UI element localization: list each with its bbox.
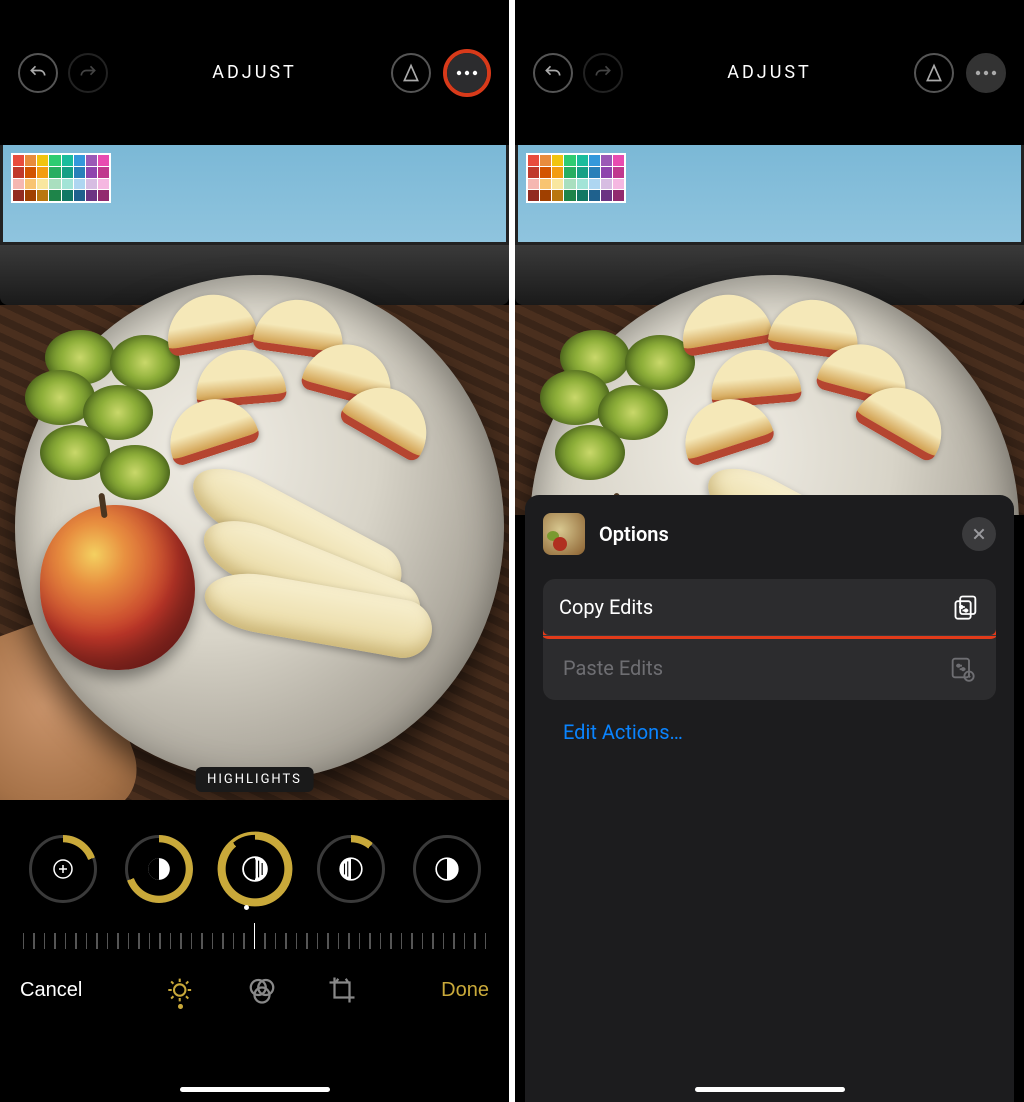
redo-button[interactable] (583, 53, 623, 93)
markup-icon (401, 63, 421, 83)
mode-crop[interactable] (326, 974, 358, 1006)
crop-mode-icon (327, 975, 357, 1005)
more-icon (456, 70, 478, 76)
more-button-highlight (443, 49, 491, 97)
adjust-mode-icon (166, 975, 193, 1005)
copy-edits-row[interactable]: Copy Edits (543, 579, 996, 639)
options-thumbnail (543, 513, 585, 555)
dial-shadows[interactable] (317, 835, 385, 903)
cancel-button[interactable]: Cancel (20, 979, 82, 1002)
markup-button[interactable] (914, 53, 954, 93)
paste-edits-row: Paste Edits (543, 635, 996, 700)
mode-adjust[interactable] (166, 974, 198, 1006)
home-indicator[interactable] (180, 1087, 330, 1092)
undo-icon (28, 63, 48, 83)
dial-brilliance[interactable] (125, 835, 193, 903)
more-icon (975, 70, 997, 76)
undo-button[interactable] (533, 53, 573, 93)
mode-filters[interactable] (246, 974, 278, 1006)
paste-edits-icon (948, 654, 976, 682)
dial-exposure[interactable] (29, 835, 97, 903)
redo-icon (593, 63, 613, 83)
active-adjustment-badge: HIGHLIGHTS (195, 767, 314, 792)
more-button[interactable] (447, 53, 487, 93)
markup-icon (924, 63, 944, 83)
adjustment-dials-row[interactable] (0, 800, 509, 911)
left-phone: ADJUST (0, 0, 509, 1102)
close-options-button[interactable] (962, 517, 996, 551)
right-phone: ADJUST (515, 0, 1024, 1102)
editor-topbar-right: ADJUST (515, 0, 1024, 145)
dial-contrast[interactable] (413, 835, 481, 903)
dial-highlights[interactable] (217, 832, 292, 907)
home-indicator[interactable] (695, 1087, 845, 1092)
editor-bottom-bar: Cancel Done (0, 949, 509, 1021)
photo-content (0, 145, 509, 800)
options-sheet-header: Options (543, 513, 996, 555)
redo-icon (78, 63, 98, 83)
photo-canvas-right[interactable] (515, 145, 1024, 515)
topbar-title: ADJUST (727, 62, 812, 83)
filters-mode-icon (247, 975, 277, 1005)
paste-edits-label: Paste Edits (563, 656, 663, 680)
redo-button[interactable] (68, 53, 108, 93)
undo-button[interactable] (18, 53, 58, 93)
close-icon (971, 526, 987, 542)
adjustment-slider[interactable] (0, 911, 509, 949)
copy-edits-label: Copy Edits (559, 595, 653, 619)
photo-canvas[interactable]: HIGHLIGHTS (0, 145, 509, 800)
options-group: Copy Edits Paste Edits (543, 579, 996, 700)
done-button[interactable]: Done (441, 979, 489, 1002)
undo-icon (543, 63, 563, 83)
topbar-title: ADJUST (212, 62, 297, 83)
copy-edits-icon (952, 593, 980, 621)
photo-content (515, 145, 1024, 515)
options-title: Options (599, 522, 669, 546)
editor-topbar: ADJUST (0, 0, 509, 145)
options-sheet: Options Copy Edits Paste Edits Edit Acti… (525, 495, 1014, 1102)
edit-actions-link[interactable]: Edit Actions… (543, 700, 996, 764)
more-button[interactable] (966, 53, 1006, 93)
markup-button[interactable] (391, 53, 431, 93)
